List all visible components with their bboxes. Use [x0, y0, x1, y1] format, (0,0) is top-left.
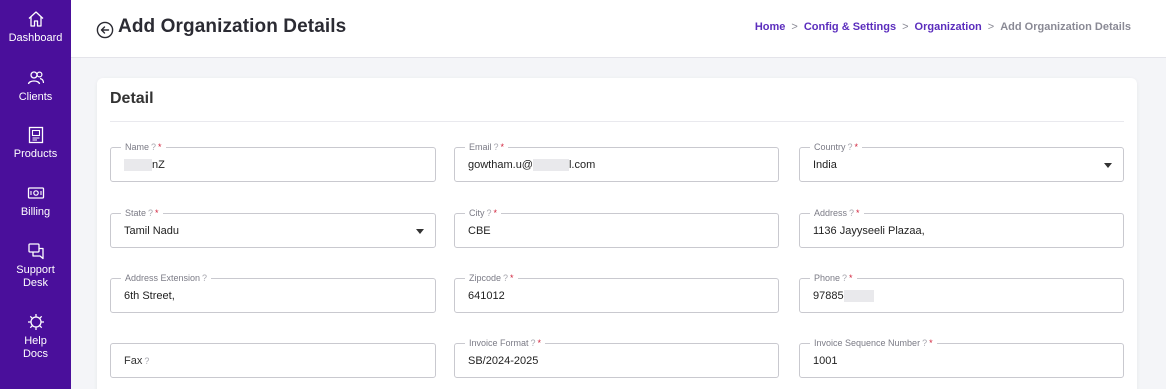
sidebar-item-dashboard[interactable]: Dashboard [0, 9, 71, 45]
field-value: nZ [124, 159, 165, 172]
card-title: Detail [110, 90, 154, 107]
breadcrumb-current: Add Organization Details [1000, 21, 1131, 33]
sidebar-item-help-docs[interactable]: Help Docs [0, 312, 71, 361]
field-value: 6th Street, [124, 290, 175, 302]
required-marker: * [854, 142, 859, 152]
help-docs-icon [27, 314, 44, 330]
sidebar-item-label: Clients [18, 91, 53, 103]
phone-field[interactable]: Phone? * 97885 [799, 272, 1124, 313]
name-field[interactable]: Name? * nZ [110, 141, 436, 182]
state-select[interactable]: State? * Tamil Nadu [110, 207, 436, 248]
help-icon: ? [530, 338, 536, 348]
back-arrow-icon[interactable] [96, 21, 114, 39]
field-placeholder: Fax? [124, 355, 150, 367]
redacted-text [843, 290, 874, 303]
required-marker: * [849, 273, 853, 283]
help-icon: ? [922, 338, 928, 348]
breadcrumb-organization[interactable]: Organization [915, 21, 982, 33]
products-icon [28, 126, 43, 144]
field-label: Address? * [810, 207, 864, 219]
help-icon: ? [148, 208, 154, 218]
billing-icon [27, 187, 44, 199]
field-value: CBE [468, 225, 491, 237]
required-marker: * [500, 142, 505, 152]
field-label: Address Extension? [121, 272, 212, 284]
field-label: Email? * [465, 141, 509, 153]
support-desk-icon [27, 243, 44, 260]
card-divider [110, 121, 1124, 122]
sidebar-item-label: Help Docs [22, 335, 49, 360]
help-icon: ? [486, 208, 492, 218]
page-header: Add Organization Details Home > Config & S… [71, 0, 1166, 58]
field-value: 1001 [813, 355, 838, 367]
chevron-down-icon[interactable] [1104, 163, 1112, 168]
fax-field[interactable]: Fax? [110, 343, 436, 378]
sidebar-item-label: Products [13, 148, 58, 160]
users-icon [27, 71, 44, 85]
sidebar-item-clients[interactable]: Clients [0, 68, 71, 104]
help-icon: ? [503, 273, 509, 283]
sidebar-item-label: Support Desk [16, 264, 55, 289]
field-label: State? * [121, 207, 163, 219]
app-root: Dashboard Clients Products Billing Suppo… [0, 0, 1166, 389]
field-label: Country? * [810, 141, 863, 153]
chevron-down-icon[interactable] [416, 229, 424, 234]
required-marker: * [155, 208, 159, 218]
page-title: Add Organization Details [118, 16, 347, 37]
field-value: gowtham.u@ l.com [468, 159, 596, 172]
field-label: Invoice Format? * [465, 337, 546, 349]
address-field[interactable]: Address? * 1136 Jayyseeli Plazaa, [799, 207, 1124, 248]
breadcrumb-separator: > [791, 21, 798, 33]
required-marker: * [158, 142, 162, 152]
redacted-text [124, 159, 152, 172]
required-marker: * [510, 273, 514, 283]
country-select[interactable]: Country? * India [799, 141, 1124, 182]
required-marker: * [929, 338, 933, 348]
field-value: 641012 [468, 290, 505, 302]
sidebar-item-support-desk[interactable]: Support Desk [0, 241, 71, 290]
breadcrumb-home[interactable]: Home [755, 21, 786, 33]
sidebar-item-label: Billing [20, 206, 51, 218]
sidebar-item-products[interactable]: Products [0, 125, 71, 161]
field-label: Invoice Sequence Number? * [810, 337, 937, 349]
city-field[interactable]: City? * CBE [454, 207, 779, 248]
field-value: 97885 [813, 290, 874, 303]
field-label: City? * [465, 207, 502, 219]
field-value: 1136 Jayyseeli Plazaa, [813, 225, 925, 237]
help-icon: ? [849, 208, 855, 218]
breadcrumb-separator: > [987, 21, 995, 33]
sidebar-item-billing[interactable]: Billing [0, 183, 71, 219]
invoice-format-field[interactable]: Invoice Format? * SB/2024-2025 [454, 337, 779, 378]
home-icon [28, 11, 43, 27]
help-icon: ? [842, 273, 848, 283]
breadcrumb-separator: > [902, 21, 909, 33]
help-icon: ? [202, 273, 208, 283]
field-value: India [813, 159, 837, 171]
help-icon: ? [493, 142, 499, 152]
field-value: SB/2024-2025 [468, 355, 539, 367]
breadcrumb-config-settings[interactable]: Config & Settings [804, 21, 896, 33]
field-label: Zipcode? * [465, 272, 518, 284]
help-icon: ? [144, 356, 150, 366]
sidebar: Dashboard Clients Products Billing Suppo… [0, 0, 71, 389]
address-extension-field[interactable]: Address Extension? 6th Street, [110, 272, 436, 313]
invoice-sequence-number-field[interactable]: Invoice Sequence Number? * 1001 [799, 337, 1124, 378]
field-value: Tamil Nadu [124, 225, 180, 237]
email-field[interactable]: Email? * gowtham.u@ l.com [454, 141, 779, 182]
field-label: Name? * [121, 141, 166, 153]
detail-card: Detail Name? * nZ Email? * gowtham.u@ l.com… [97, 78, 1137, 389]
help-icon: ? [151, 142, 157, 152]
zipcode-field[interactable]: Zipcode? * 641012 [454, 272, 779, 313]
redacted-text [532, 159, 569, 172]
required-marker: * [493, 208, 498, 218]
help-icon: ? [847, 142, 853, 152]
required-marker: * [537, 338, 542, 348]
sidebar-item-label: Dashboard [8, 32, 63, 44]
required-marker: * [856, 208, 860, 218]
field-label: Phone? * [810, 272, 857, 284]
breadcrumb: Home > Config & Settings > Organization > Add … [755, 21, 1131, 33]
